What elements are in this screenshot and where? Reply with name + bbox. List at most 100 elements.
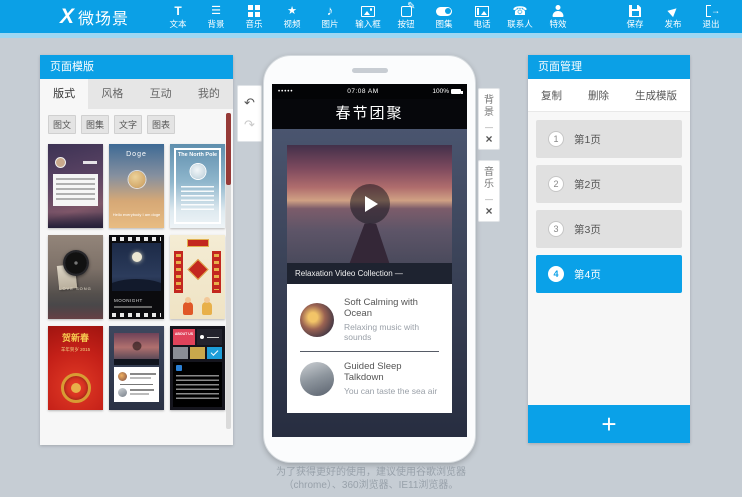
app-logo: X 微场景 [60, 5, 129, 29]
video-caption: Relaxation Video Collection — [287, 263, 452, 284]
page-list: 1 第1页 2 第2页 3 第3页 4 第4页 [528, 112, 690, 293]
page-row-2[interactable]: 2 第2页 [536, 165, 682, 203]
copy-page-button[interactable]: 复制 [541, 88, 562, 103]
page-title[interactable]: 春节团聚 [272, 99, 467, 129]
video-thumbnail [287, 145, 452, 263]
template-filters: 图文 图集 文字 图表 [40, 109, 233, 139]
template-thumb-doge[interactable]: Doge Hello everybody I am doge [109, 144, 164, 228]
gold-wreath [61, 373, 91, 403]
toolbar-item-effects[interactable]: 特效 [539, 0, 577, 33]
page-templates-panel: 页面模版 版式 风格 互动 我的 图文 图集 文字 图表 Doge Hello … [40, 55, 233, 445]
couplet-right [212, 251, 221, 293]
list-item-title: Soft Calming with Ocean [344, 297, 442, 319]
template-thumb-he-xin-chun[interactable]: 贺新春 羊年贺岁 2015 [48, 326, 103, 410]
add-page-button[interactable]: + [528, 405, 690, 443]
toolbar-item-background[interactable]: 背景 [197, 0, 235, 33]
template-thumb-about-us[interactable]: ABOUT US [170, 326, 225, 410]
toolbar-item-label: 文本 [170, 19, 187, 29]
moon [132, 252, 142, 262]
redo-icon[interactable] [244, 118, 255, 131]
exit-button[interactable]: 退出 [692, 0, 730, 33]
close-icon[interactable] [485, 133, 492, 144]
template-thumb-love-song[interactable]: LOVE SONG [48, 235, 103, 319]
template-grid: Doge Hello everybody I am doge The North… [40, 139, 233, 415]
minimize-icon[interactable] [485, 193, 493, 202]
page-row-4-selected[interactable]: 4 第4页 [536, 255, 682, 293]
text-lines [181, 186, 214, 212]
templates-scrollbar[interactable] [226, 113, 231, 429]
toolbar-item-button[interactable]: 按钮 [387, 0, 425, 33]
fu-diamond [187, 259, 208, 280]
toolbar-item-label: 音乐 [246, 19, 263, 29]
template-thumb-spring-festival[interactable] [170, 235, 225, 319]
tab-mine[interactable]: 我的 [185, 79, 233, 109]
tab-style[interactable]: 风格 [88, 79, 136, 109]
toolbar-right-tools: 保存 发布 退出 [616, 0, 730, 33]
delete-page-button[interactable]: 删除 [588, 88, 609, 103]
toolbar-item-label: 退出 [702, 19, 719, 29]
generate-template-button[interactable]: 生成模版 [635, 88, 677, 103]
page-manager-title: 页面管理 [528, 55, 690, 79]
toolbar-item-label: 电话 [474, 19, 491, 29]
toolbar-item-video[interactable]: 视频 [273, 0, 311, 33]
list-item[interactable]: Soft Calming with Ocean Relaxing music w… [287, 289, 452, 350]
status-bar: 07:08 AM 100% [272, 84, 467, 99]
page-manager-panel: 页面管理 复制 删除 生成模版 1 第1页 2 第2页 3 第3页 4 第4页 … [528, 55, 690, 443]
filter-text[interactable]: 文字 [114, 115, 142, 134]
filter-chart[interactable]: 图表 [147, 115, 175, 134]
battery-percent: 100% [432, 88, 449, 95]
templates-tabs: 版式 风格 互动 我的 [40, 79, 233, 109]
play-button[interactable] [350, 184, 390, 224]
template-thumb-relaxation-video[interactable] [109, 326, 164, 410]
publish-button[interactable]: 发布 [654, 0, 692, 33]
close-icon[interactable] [485, 205, 492, 216]
tab-layout[interactable]: 版式 [40, 79, 88, 109]
minimize-icon[interactable] [485, 121, 493, 130]
layer-tab-label: 音乐 [484, 167, 495, 190]
background-icon [211, 4, 221, 18]
page-label: 第3页 [574, 222, 601, 237]
undo-icon[interactable] [244, 96, 255, 109]
template-thumb-profile-card[interactable] [48, 144, 103, 228]
toolbar-item-gallery[interactable]: 图集 [425, 0, 463, 33]
doge-avatar [128, 171, 145, 188]
page-label: 第1页 [574, 132, 601, 147]
template-caption: Hello everybody I am doge [109, 212, 164, 217]
filter-gallery[interactable]: 图集 [81, 115, 109, 134]
phone-icon [475, 6, 489, 17]
layer-tab-music: 音乐 [478, 160, 500, 222]
page-manager-actions: 复制 删除 生成模版 [528, 79, 690, 112]
template-thumb-moonight[interactable]: MOONIGHT [109, 235, 164, 319]
couplet-left [174, 251, 183, 293]
filter-image-text[interactable]: 图文 [48, 115, 76, 134]
template-title: Doge [109, 151, 164, 158]
page-label: 第2页 [574, 177, 601, 192]
toolbar-item-contacts[interactable]: 联系人 [501, 0, 539, 33]
effects-icon [552, 5, 564, 17]
phone-preview: 07:08 AM 100% 春节团聚 Relaxation Video Coll… [263, 55, 476, 463]
save-button[interactable]: 保存 [616, 0, 654, 33]
scrollbar-thumb[interactable] [226, 113, 231, 185]
toolbar-item-music[interactable]: 音乐 [235, 0, 273, 33]
list-item-text: Soft Calming with Ocean Relaxing music w… [344, 297, 442, 342]
status-time: 07:08 AM [294, 88, 433, 95]
template-thumb-north-pole[interactable]: The North Pole [170, 144, 225, 228]
list-item[interactable]: Guided Sleep Talkdown You can taste the … [287, 353, 452, 404]
browser-hint-line1: 为了获得更好的使用，建议使用谷歌浏览器 [0, 467, 742, 480]
toolbar-tools: 文本 背景 音乐 视频 图片 输入框 按钮 图集 [159, 0, 577, 33]
filmstrip-holes [112, 237, 161, 241]
list-item-subtitle: You can taste the sea air [344, 386, 442, 396]
phone-tile [197, 329, 222, 345]
ocean-thumbnail [300, 303, 334, 337]
video-card[interactable]: Relaxation Video Collection — [287, 145, 452, 284]
page-row-1[interactable]: 1 第1页 [536, 120, 682, 158]
video-icon [287, 4, 297, 18]
toolbar-item-text[interactable]: 文本 [159, 0, 197, 33]
toolbar-item-input[interactable]: 输入框 [349, 0, 387, 33]
filmstrip-holes [112, 313, 161, 317]
toolbar-item-image[interactable]: 图片 [311, 0, 349, 33]
exit-icon [706, 5, 716, 17]
tab-interaction[interactable]: 互动 [137, 79, 185, 109]
page-row-3[interactable]: 3 第3页 [536, 210, 682, 248]
toolbar-item-phone[interactable]: 电话 [463, 0, 501, 33]
